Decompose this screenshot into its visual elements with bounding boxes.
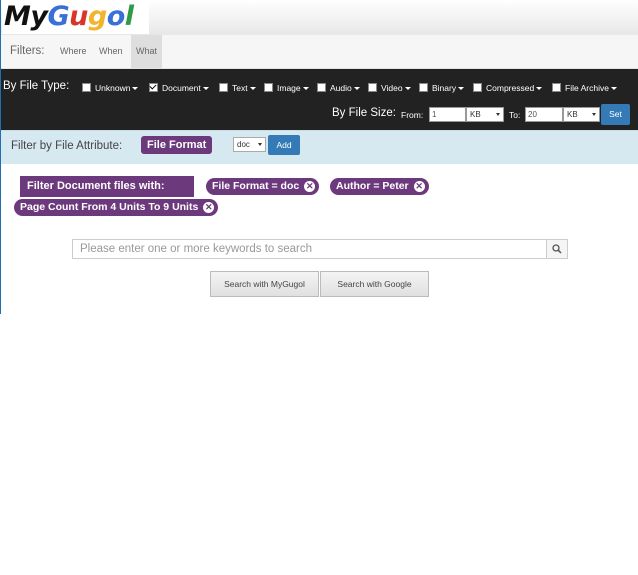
chip-label: File Format = doc: [212, 180, 300, 192]
file-size-label: By File Size:: [332, 107, 396, 119]
filetype-compressed[interactable]: Compressed: [473, 83, 543, 93]
caret-down-icon: [353, 87, 360, 90]
logo-part-u: u: [69, 1, 88, 32]
top-bar: MyGugol: [1, 0, 638, 35]
dropdown-caret-icon: [496, 113, 500, 116]
file-attribute-bar: Filter by File Attribute: File Format do…: [1, 130, 638, 164]
filetype-label: Unknown: [95, 83, 131, 93]
attribute-value: doc: [237, 140, 250, 149]
caret-down-icon: [610, 87, 617, 90]
filter-chip-file-format: File Format = doc ✕: [206, 178, 320, 195]
filters-heading: Filter Document files with:: [20, 176, 194, 197]
filetype-audio[interactable]: Audio: [317, 83, 360, 93]
filetype-text[interactable]: Text: [219, 83, 256, 93]
unknown-checkbox[interactable]: [82, 83, 91, 92]
chip-label: Author = Peter: [336, 180, 409, 192]
search-icon-button[interactable]: [546, 240, 567, 258]
filetype-document[interactable]: Document: [149, 83, 209, 93]
document-checkbox[interactable]: [149, 83, 158, 92]
file-type-bar: By File Type: Unknown Document Text Imag…: [1, 69, 638, 130]
search-google-button[interactable]: Search with Google: [320, 271, 429, 297]
logo-part-l: l: [124, 1, 134, 32]
caret-down-icon: [249, 87, 256, 90]
logo-part-o: o: [106, 1, 126, 32]
filetype-video[interactable]: Video: [368, 83, 411, 93]
filter-chip-page-count: Page Count From 4 Units To 9 Units ✕: [14, 199, 219, 216]
logo-part-my: My: [4, 1, 48, 32]
filetype-unknown[interactable]: Unknown: [82, 83, 139, 93]
image-checkbox[interactable]: [264, 83, 273, 92]
search-box[interactable]: Please enter one or more keywords to sea…: [72, 239, 568, 259]
attribute-value-select[interactable]: doc: [233, 137, 266, 152]
filter-tabs: Filters: Where When What: [1, 35, 638, 69]
tab-when[interactable]: When: [94, 35, 128, 68]
filetype-binary[interactable]: Binary: [419, 83, 465, 93]
filters-label: Filters:: [10, 45, 45, 57]
size-to-unit-value: KB: [567, 110, 578, 119]
file-type-label: By File Type:: [3, 80, 70, 92]
filetype-label: Compressed: [486, 83, 535, 93]
size-to-unit-select[interactable]: KB: [563, 107, 600, 122]
filetype-label: File Archive: [565, 83, 609, 93]
filetype-label: Image: [277, 83, 301, 93]
search-input[interactable]: Please enter one or more keywords to sea…: [80, 243, 312, 255]
add-filter-button[interactable]: Add: [268, 135, 300, 155]
filetype-file-archive[interactable]: File Archive: [552, 83, 617, 93]
set-size-button[interactable]: Set: [601, 104, 630, 125]
mygugol-logo[interactable]: MyGugol: [2, 0, 149, 34]
file-archive-checkbox[interactable]: [552, 83, 561, 92]
video-checkbox[interactable]: [368, 83, 377, 92]
attribute-select-button[interactable]: File Format: [141, 136, 213, 154]
filetype-label: Video: [381, 83, 403, 93]
caret-down-icon: [458, 87, 465, 90]
remove-filter-icon[interactable]: ✕: [203, 202, 215, 213]
filetype-image[interactable]: Image: [264, 83, 309, 93]
remove-filter-icon[interactable]: ✕: [413, 181, 425, 192]
filetype-label: Document: [162, 83, 201, 93]
caret-down-icon: [132, 87, 139, 90]
size-from-unit-value: KB: [470, 110, 481, 119]
mygugol-app: MyGugol Filters: Where When What By File…: [0, 0, 638, 314]
from-label: From:: [401, 110, 424, 120]
chip-label: Page Count From 4 Units To 9 Units: [20, 201, 199, 213]
logo-part-g2: g: [87, 1, 107, 32]
filetype-label: Binary: [432, 83, 457, 93]
caret-down-icon: [202, 87, 209, 90]
audio-checkbox[interactable]: [317, 83, 326, 92]
text-checkbox[interactable]: [219, 83, 228, 92]
filetype-label: Audio: [330, 83, 352, 93]
dropdown-caret-icon: [592, 113, 596, 116]
logo-part-g: G: [47, 1, 70, 32]
filter-chip-author: Author = Peter ✕: [330, 178, 429, 195]
file-attribute-label: Filter by File Attribute:: [11, 140, 123, 152]
caret-down-icon: [404, 87, 411, 90]
dropdown-caret-icon: [258, 143, 262, 146]
compressed-checkbox[interactable]: [473, 83, 482, 92]
caret-down-icon: [536, 87, 543, 90]
binary-checkbox[interactable]: [419, 83, 428, 92]
size-from-input[interactable]: 1: [429, 107, 466, 122]
search-icon: [552, 244, 562, 254]
size-from-unit-select[interactable]: KB: [466, 107, 504, 122]
remove-filter-icon[interactable]: ✕: [304, 181, 316, 192]
to-label: To:: [509, 110, 521, 120]
size-to-input[interactable]: 20: [525, 107, 563, 122]
filetype-label: Text: [232, 83, 248, 93]
caret-down-icon: [302, 87, 309, 90]
active-filters: Filter Document files with: File Format …: [1, 164, 638, 248]
search-mygugol-button[interactable]: Search with MyGugol: [210, 271, 319, 297]
tab-where[interactable]: Where: [55, 35, 92, 68]
tab-what[interactable]: What: [131, 35, 163, 68]
